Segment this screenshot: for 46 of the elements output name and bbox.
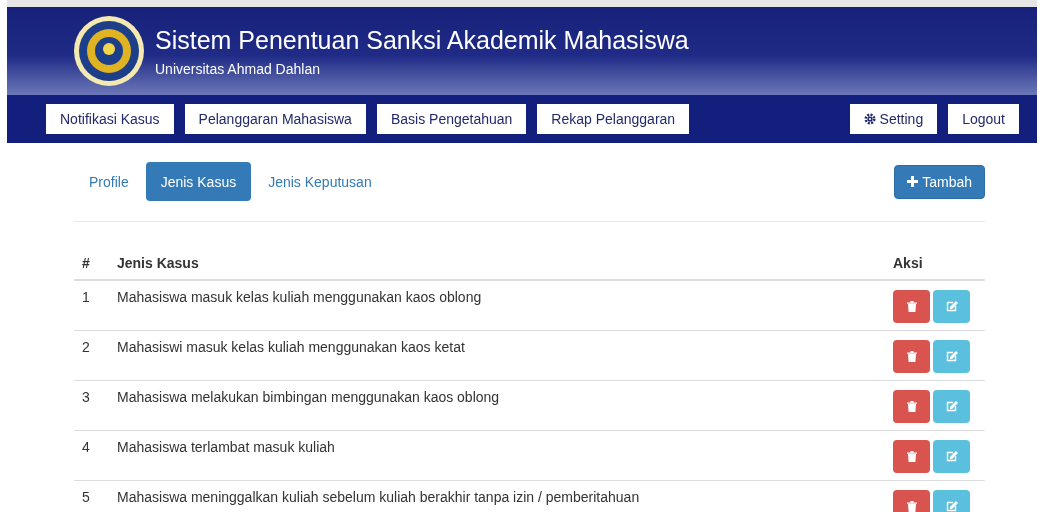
trash-icon [906,351,917,362]
app-title: Sistem Penentuan Sanksi Akademik Mahasiswa [155,25,689,55]
delete-button[interactable] [893,440,930,473]
column-header: Aksi [885,247,985,280]
university-logo [73,15,145,87]
nav-button[interactable]: Pelanggaran Mahasiswa [184,104,366,134]
tab[interactable]: Profile [74,162,144,201]
edit-button[interactable] [933,390,970,423]
tab[interactable]: Jenis Keputusan [253,162,387,201]
table-cell: 2 [74,330,109,381]
app-subtitle: Universitas Ahmad Dahlan [155,61,321,77]
edit-icon [945,401,958,412]
edit-icon [945,301,958,312]
add-button[interactable]: Tambah [894,164,985,199]
edit-icon [945,451,958,462]
edit-icon [945,501,958,512]
table-cell: 5 [74,480,109,512]
delete-button[interactable] [893,390,930,423]
delete-button[interactable] [893,340,930,373]
table-cell: 3 [74,380,109,431]
edit-button[interactable] [933,440,970,473]
edit-button[interactable] [933,290,970,323]
plus-icon [907,176,919,187]
settings-icon [863,113,876,125]
table-cell: Mahasiswa terlambat masuk kuliah [109,430,885,481]
table-cell: Mahasiswa masuk kelas kuliah menggunakan kaos oblong [109,280,885,331]
column-header: # [74,247,109,280]
trash-icon [906,401,917,412]
table-cell: 1 [74,280,109,331]
table-cell: Mahasiswa melakukan bimbingan menggunakan kaos oblong [109,380,885,431]
table-cell: Mahasiswa meninggalkan kuliah sebelum kuliah berakhir tanpa izin / pemberitahuan [109,480,885,512]
edit-icon [945,351,958,362]
tab[interactable]: Jenis Kasus [145,162,252,201]
table-cell: 4 [74,430,109,481]
trash-icon [906,301,917,312]
delete-button[interactable] [893,290,930,323]
nav-button[interactable]: Notifikasi Kasus [46,104,174,134]
logout-button[interactable]: Logout [948,104,1019,134]
nav-button[interactable]: Rekap Pelanggaran [537,104,690,134]
settings-button[interactable]: Setting [849,104,938,134]
trash-icon [906,501,917,512]
column-header: Jenis Kasus [109,247,885,280]
table-cell: Mahasiswi masuk kelas kuliah menggunakan kaos ketat [109,330,885,381]
nav-button[interactable]: Basis Pengetahuan [376,104,527,134]
edit-button[interactable] [933,340,970,373]
trash-icon [906,451,917,462]
